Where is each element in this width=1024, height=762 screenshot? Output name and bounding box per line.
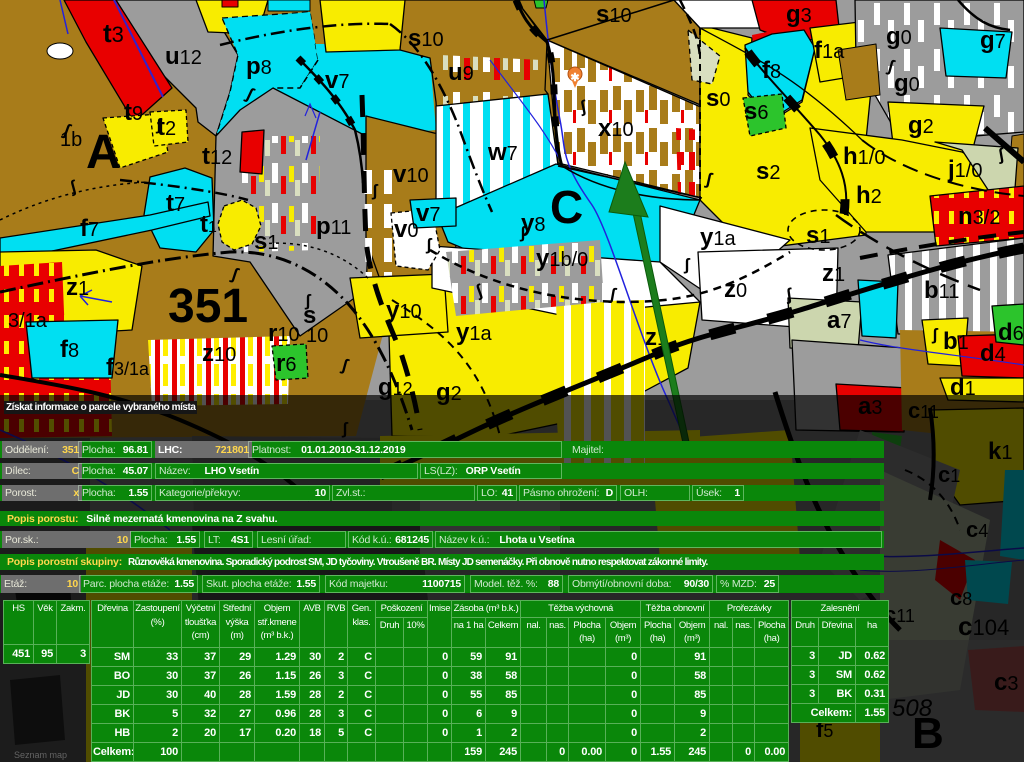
svg-text:r10: r10 <box>268 320 300 347</box>
svg-text:h2: h2 <box>856 182 882 209</box>
svg-text:g7: g7 <box>980 27 1006 54</box>
svg-text:d4: d4 <box>980 340 1006 367</box>
svg-text:z1: z1 <box>66 274 89 301</box>
svg-text:g3: g3 <box>786 1 812 28</box>
svg-text:y1b/0: y1b/0 <box>536 245 588 272</box>
svg-text:t9: t9 <box>124 99 143 126</box>
svg-text:p11: p11 <box>316 213 351 240</box>
svg-text:b11: b11 <box>924 277 959 304</box>
svg-text:b1: b1 <box>943 328 969 355</box>
svg-text:r6: r6 <box>276 350 296 377</box>
svg-text:s1: s1 <box>806 222 830 249</box>
svg-text:s10: s10 <box>596 1 632 28</box>
svg-text:3/1a: 3/1a <box>8 310 48 332</box>
svg-text:g0: g0 <box>894 70 920 97</box>
svg-text:s10: s10 <box>408 25 444 52</box>
svg-text:10: 10 <box>306 325 328 347</box>
svg-text:y10: y10 <box>386 297 422 324</box>
svg-text:z1: z1 <box>822 260 845 287</box>
svg-text:y1a: y1a <box>700 224 736 251</box>
svg-text:n3/2: n3/2 <box>958 203 1000 230</box>
svg-text:f3/1a: f3/1a <box>106 354 150 381</box>
svg-text:351: 351 <box>168 280 248 333</box>
svg-text:u12: u12 <box>165 43 202 70</box>
svg-text:v7: v7 <box>416 200 440 227</box>
svg-text:f1a: f1a <box>814 37 845 64</box>
svg-text:x10: x10 <box>598 115 634 142</box>
svg-text:j1/0: j1/0 <box>947 156 982 183</box>
svg-text:A: A <box>86 126 121 179</box>
svg-text:y1a: y1a <box>456 319 492 346</box>
svg-text:v7: v7 <box>325 67 349 94</box>
svg-text:C: C <box>550 181 583 233</box>
svg-text:s0: s0 <box>706 85 730 112</box>
svg-text:z0: z0 <box>724 276 747 303</box>
svg-text:h1/0: h1/0 <box>843 143 885 170</box>
svg-text:s2: s2 <box>756 158 780 185</box>
svg-text:s1: s1 <box>254 228 278 255</box>
svg-text:t7: t7 <box>166 190 185 217</box>
svg-text:s6: s6 <box>744 98 768 125</box>
svg-text:g2: g2 <box>908 112 934 139</box>
svg-text:f8: f8 <box>60 336 79 363</box>
svg-text:v0: v0 <box>394 216 418 243</box>
svg-text:z10: z10 <box>202 340 236 367</box>
svg-text:t12: t12 <box>202 143 232 170</box>
svg-text:u9: u9 <box>448 59 474 86</box>
svg-text:p8: p8 <box>246 53 272 80</box>
svg-text:f7: f7 <box>80 215 99 242</box>
svg-text:a7: a7 <box>827 307 851 334</box>
svg-text:f8: f8 <box>762 57 781 84</box>
svg-text:✱: ✱ <box>570 72 579 84</box>
svg-text:t3: t3 <box>103 18 124 48</box>
svg-text:g0: g0 <box>886 23 912 50</box>
svg-text:w7: w7 <box>487 139 518 166</box>
svg-text:v10: v10 <box>393 161 429 188</box>
svg-text:d6: d6 <box>998 319 1024 346</box>
